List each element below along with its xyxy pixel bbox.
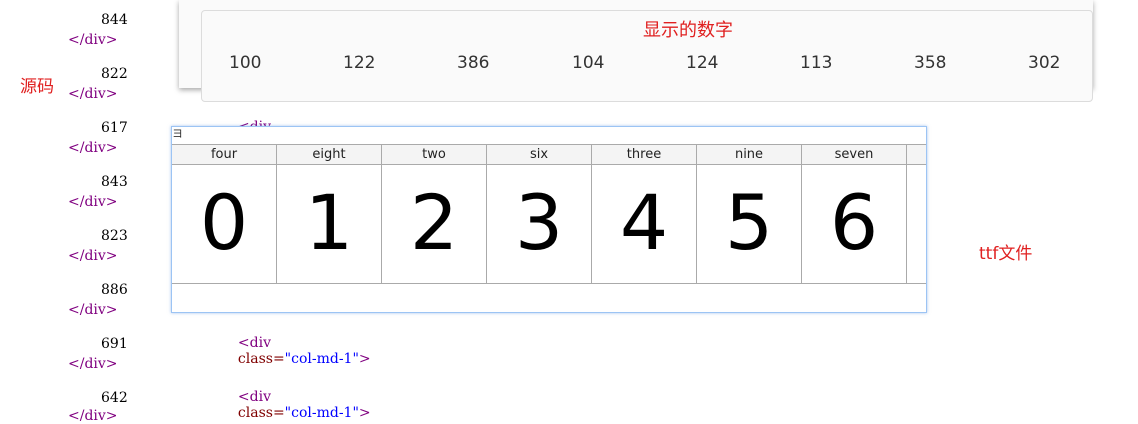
glyph-grid: four 0 eight 1 two 2 six 3 three 4 nine …	[172, 144, 926, 284]
closing-div-tag: </div>	[68, 140, 118, 156]
rendered-number: 302	[1028, 53, 1061, 73]
glyph-name: two	[382, 145, 486, 165]
rendered-number: 104	[572, 53, 605, 73]
glyph-cell: four 0	[172, 145, 277, 283]
closing-div-tag: </div>	[68, 408, 118, 424]
rendered-number: 386	[457, 53, 490, 73]
glyph-name: four	[172, 145, 276, 165]
glyph-name: seven	[802, 145, 906, 165]
glyph: 3	[514, 178, 564, 267]
div-open-tag: <div	[237, 335, 271, 351]
glyph: 2	[409, 178, 459, 267]
glyph-cell: eight 1	[277, 145, 382, 283]
glyph-name: three	[592, 145, 696, 165]
rendered-numbers-panel: 100 122 386 104 124 113 358 302	[179, 0, 1093, 102]
closing-div-tag: </div>	[68, 194, 118, 210]
ttf-file-annotation: ttf文件	[979, 244, 1033, 264]
source-number: 642	[101, 390, 128, 406]
class-attribute: class=	[237, 351, 285, 367]
source-number: 886	[101, 282, 128, 298]
glyph: 0	[199, 178, 249, 267]
glyph-cell: three 4	[592, 145, 697, 283]
source-number: 617	[101, 120, 128, 136]
source-number: 691	[101, 336, 128, 352]
source-number: 822	[101, 66, 128, 82]
class-value: "col-md-1"	[284, 351, 359, 367]
rendered-number: 113	[800, 53, 833, 73]
source-number: 823	[101, 228, 128, 244]
source-number: 843	[101, 174, 128, 190]
glyph-name: nine	[697, 145, 801, 165]
rendered-number: 358	[914, 53, 947, 73]
div-open-line: <div class="col-md-1">	[229, 319, 371, 367]
viewer-corner-mark: ヨ	[172, 127, 183, 140]
closing-div-tag: </div>	[68, 356, 118, 372]
rendered-number: 100	[229, 53, 262, 73]
displayed-numbers-annotation: 显示的数字	[643, 20, 733, 41]
closing-div-tag: </div>	[68, 302, 118, 318]
glyph: 1	[304, 178, 354, 267]
source-number: 844	[101, 12, 128, 28]
glyph-cell: six 3	[487, 145, 592, 283]
glyph-cell: seven 6	[802, 145, 907, 283]
glyph: 5	[724, 178, 774, 267]
glyph: 6	[829, 178, 879, 267]
div-open-tag: <div	[237, 389, 271, 405]
rendered-number: 122	[343, 53, 376, 73]
glyph-name: six	[487, 145, 591, 165]
source-code-annotation: 源码	[20, 77, 54, 97]
div-open-bracket: >	[358, 351, 371, 367]
glyph-cell-partial	[907, 145, 926, 283]
closing-div-tag: </div>	[68, 248, 118, 264]
glyph: 4	[619, 178, 669, 267]
glyph-cell: nine 5	[697, 145, 802, 283]
div-open-line: <div class="col-md-1">	[229, 373, 371, 421]
glyph-name: eight	[277, 145, 381, 165]
glyph-cell: two 2	[382, 145, 487, 283]
ttf-font-viewer: ヨ four 0 eight 1 two 2 six 3 three 4 nin…	[171, 126, 927, 313]
rendered-number: 124	[686, 53, 719, 73]
glyph-name-partial	[907, 145, 926, 165]
closing-div-tag: </div>	[68, 86, 118, 102]
closing-div-tag: </div>	[68, 32, 118, 48]
